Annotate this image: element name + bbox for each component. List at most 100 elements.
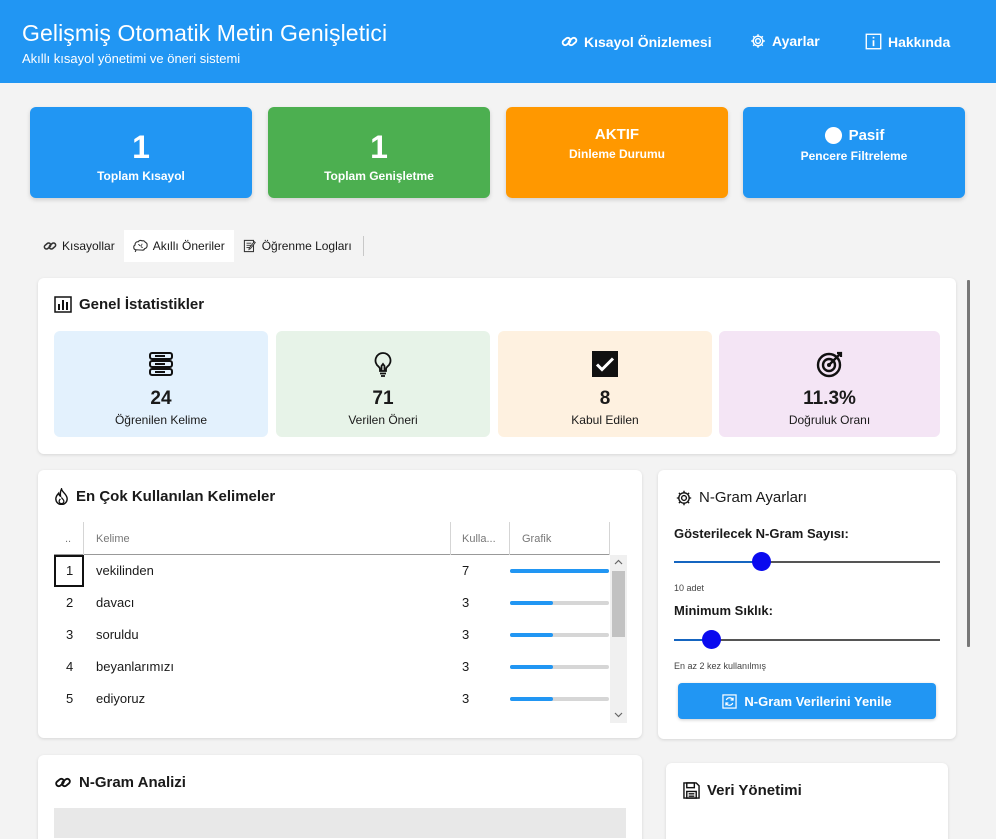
card-title-text: N-Gram Ayarları xyxy=(699,489,808,506)
tile-label: Verilen Öneri xyxy=(348,413,418,427)
tab-label: Akıllı Öneriler xyxy=(152,239,225,253)
scroll-down-icon[interactable] xyxy=(614,712,623,718)
col-count-header[interactable]: Kulla... xyxy=(462,533,496,545)
slider-thumb[interactable] xyxy=(752,552,772,571)
tile-label: Doğruluk Oranı xyxy=(788,413,871,427)
tab-learning-logs[interactable]: Öğrenme Logları xyxy=(234,230,361,262)
cell-rank: 3 xyxy=(66,627,74,642)
stat-label: Pencere Filtreleme xyxy=(800,149,908,163)
card-title-text: Genel İstatistikler xyxy=(79,296,205,313)
nav-about[interactable]: Hakkında xyxy=(865,33,950,50)
table-header: .. Kelime Kulla... Grafik xyxy=(54,522,610,555)
white-circle-icon xyxy=(824,126,842,145)
ngram-count-label: Gösterilecek N-Gram Sayısı: xyxy=(674,526,849,541)
usage-bar xyxy=(510,601,609,605)
tile-value: 71 xyxy=(372,388,394,409)
tile-accepted: 8 Kabul Edilen xyxy=(498,331,712,437)
column-divider xyxy=(509,522,510,555)
col-word-header[interactable]: Kelime xyxy=(96,533,130,545)
cell-count: 3 xyxy=(462,659,470,674)
nav-label: Ayarlar xyxy=(772,33,820,49)
books-icon xyxy=(149,352,173,376)
tile-label: Öğrenilen Kelime xyxy=(114,413,208,427)
scroll-up-icon[interactable] xyxy=(614,559,623,565)
nav-label: Hakkında xyxy=(888,33,951,50)
gear-icon xyxy=(751,34,765,48)
min-frequency-note: En az 2 kez kullanılmış xyxy=(674,661,767,671)
col-rank-header[interactable]: .. xyxy=(65,533,71,545)
ngram-count-note: 10 adet xyxy=(674,583,705,593)
bar-chart-icon xyxy=(54,296,72,313)
link-icon xyxy=(561,36,578,47)
stat-window-filter: Pasif Pencere Filtreleme xyxy=(743,107,965,198)
card-title-text: Veri Yönetimi xyxy=(707,782,802,799)
nav-label: Kısayol Önizlemesi xyxy=(584,33,712,50)
tab-separator xyxy=(362,236,364,256)
table-row[interactable]: 3 soruldu 3 xyxy=(54,619,610,651)
page-scrollbar[interactable] xyxy=(967,280,970,647)
tile-learned-words: 24 Öğrenilen Kelime xyxy=(54,331,268,437)
tab-shortcuts[interactable]: Kısayollar xyxy=(34,230,124,262)
slider-fill xyxy=(674,561,762,563)
usage-bar-fill xyxy=(510,665,553,669)
table-row[interactable]: 5 ediyoruz 3 xyxy=(54,683,610,715)
tile-given-suggestions: 71 Verilen Öneri xyxy=(276,331,490,437)
tab-smart-suggestions[interactable]: Akıllı Öneriler xyxy=(123,230,234,262)
nav-settings[interactable]: Ayarlar xyxy=(750,33,820,49)
top-words-card: En Çok Kullanılan Kelimeler .. Kelime Ku… xyxy=(38,470,642,738)
stat-value: 1 xyxy=(132,129,150,165)
cell-count: 3 xyxy=(462,627,470,642)
cell-rank: 5 xyxy=(66,691,74,706)
usage-bar-fill xyxy=(510,601,553,605)
tile-label: Kabul Edilen xyxy=(571,413,639,427)
cell-word: soruldu xyxy=(96,627,139,642)
app-subtitle: Akıllı kısayol yönetimi ve öneri sistemi xyxy=(22,51,241,66)
link-icon xyxy=(43,242,57,250)
data-management-card: Veri Yönetimi xyxy=(666,763,948,839)
card-title-text: N-Gram Analizi xyxy=(79,774,186,791)
cell-word: ediyoruz xyxy=(96,691,146,706)
cell-word: davacı xyxy=(96,595,135,610)
cell-word: vekilinden xyxy=(96,563,154,578)
col-chart-header[interactable]: Grafik xyxy=(522,533,551,545)
info-icon xyxy=(865,33,882,50)
table-row[interactable]: 1 vekilinden 7 xyxy=(54,555,610,587)
stat-label: Toplam Kısayol xyxy=(97,169,185,183)
cell-count: 3 xyxy=(462,595,470,610)
button-label: N-Gram Verilerini Yenile xyxy=(744,693,892,709)
lightbulb-icon xyxy=(374,352,392,377)
gear-icon xyxy=(676,490,692,505)
usage-bar xyxy=(510,569,609,573)
usage-bar xyxy=(510,697,609,701)
stat-value: Pasif xyxy=(848,127,885,144)
card-title-text: En Çok Kullanılan Kelimeler xyxy=(76,488,276,505)
app-title: Gelişmiş Otomatik Metin Genişletici xyxy=(22,20,388,46)
scrollbar-thumb[interactable] xyxy=(612,571,625,637)
target-icon xyxy=(816,351,842,378)
table-row[interactable]: 2 davacı 3 xyxy=(54,587,610,619)
table-row[interactable]: 4 beyanlarımızı 3 xyxy=(54,651,610,683)
refresh-ngram-button[interactable]: N-Gram Verilerini Yenile xyxy=(678,683,936,719)
refresh-icon xyxy=(722,693,738,709)
cell-word: beyanlarımızı xyxy=(96,659,175,674)
usage-bar-fill xyxy=(510,569,609,573)
cell-count: 7 xyxy=(462,563,470,578)
tile-value: 8 xyxy=(599,388,611,409)
top-words-heading: En Çok Kullanılan Kelimeler xyxy=(54,488,275,505)
stat-value: 1 xyxy=(370,129,388,165)
cell-rank: 4 xyxy=(66,659,74,674)
slider-thumb[interactable] xyxy=(701,630,721,649)
save-icon xyxy=(683,782,700,799)
tab-bar: Kısayollar Akıllı Öneriler Öğrenme Logla… xyxy=(34,230,364,262)
ngram-settings-card: N-Gram Ayarları Gösterilecek N-Gram Sayı… xyxy=(658,470,956,739)
stat-total-expansions: 1 Toplam Genişletme xyxy=(268,107,490,198)
usage-bar xyxy=(510,633,609,637)
ngram-analysis-heading: N-Gram Analizi xyxy=(54,774,186,791)
memo-icon xyxy=(243,239,256,253)
tile-value: 11.3% xyxy=(803,388,856,409)
stat-total-shortcuts: 1 Toplam Kısayol xyxy=(30,107,252,198)
cell-rank: 2 xyxy=(66,595,74,610)
nav-shortcut-preview[interactable]: Kısayol Önizlemesi xyxy=(561,33,712,50)
stat-value: AKTIF xyxy=(594,126,640,143)
table-scrollbar[interactable] xyxy=(610,555,627,723)
